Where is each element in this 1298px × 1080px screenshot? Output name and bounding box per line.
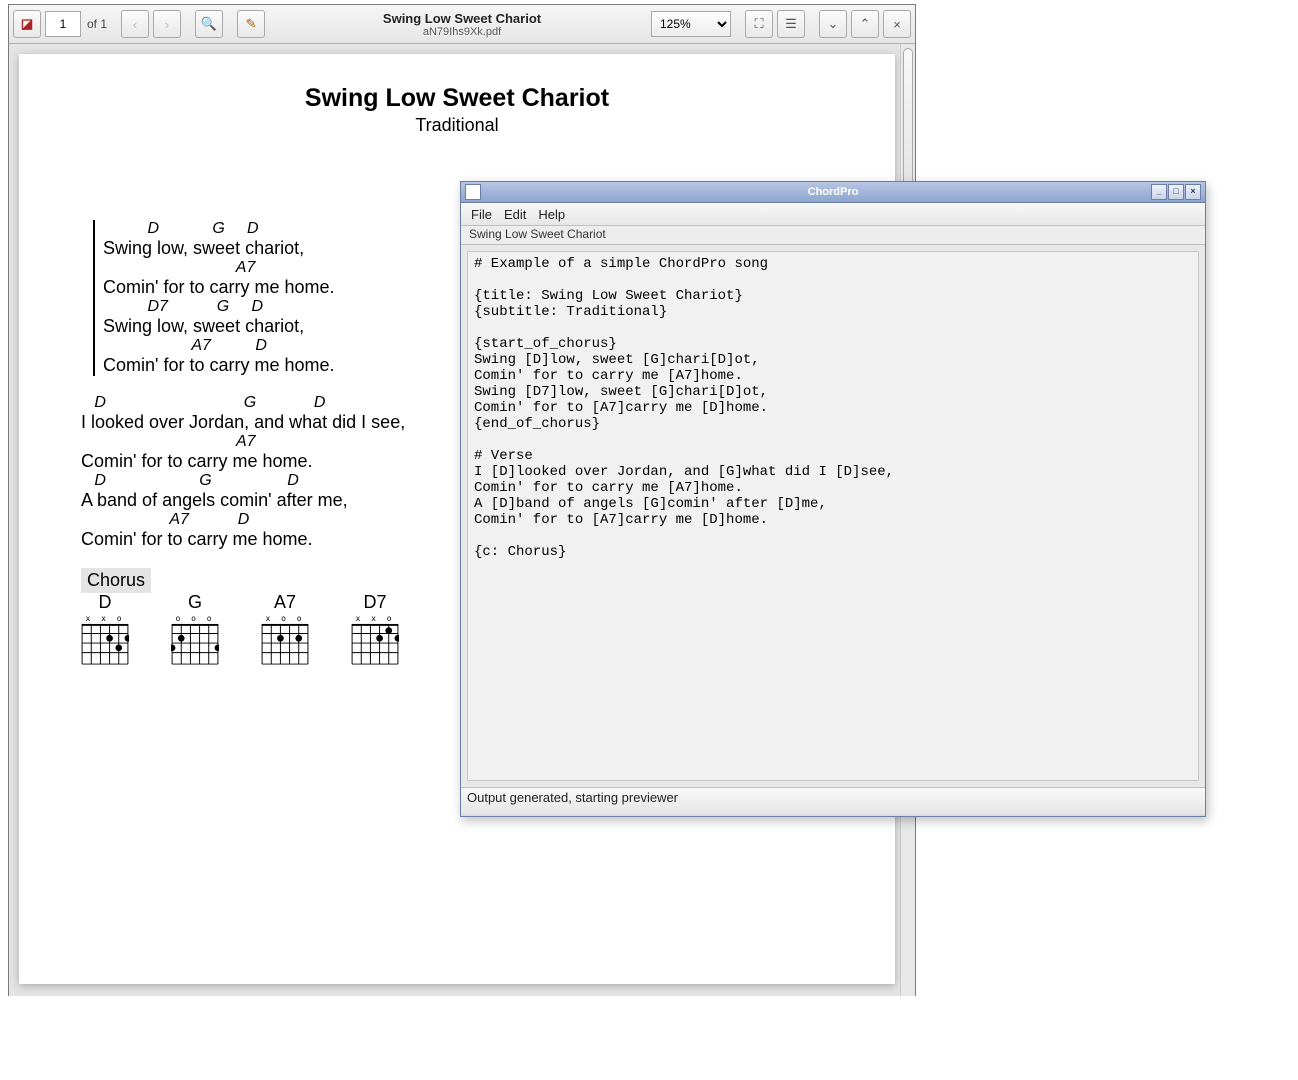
chevron-down-icon: ⌄	[828, 16, 839, 32]
close-pdf-button[interactable]: ×	[883, 10, 911, 38]
pdf-logo-button[interactable]: ◪	[13, 10, 41, 38]
zoom-select[interactable]: 125%	[651, 11, 731, 37]
maximize-icon: □	[1173, 186, 1178, 196]
minimize-icon: _	[1156, 186, 1161, 196]
chordpro-window: ChordPro _ □ × File Edit Help Swing Low …	[460, 181, 1206, 817]
maximize-button[interactable]: □	[1168, 184, 1184, 200]
chord-diagram: D7 x x o	[351, 592, 399, 670]
chord-markers: x x o	[351, 615, 399, 623]
fretboard-icon	[81, 623, 129, 665]
menu-file[interactable]: File	[471, 207, 492, 222]
chordpro-menubar: File Edit Help	[461, 203, 1205, 226]
close-button[interactable]: ×	[1185, 184, 1201, 200]
chord-diagram: A7 x o o	[261, 592, 309, 670]
chordpro-app-title: ChordPro	[461, 186, 1205, 198]
pencil-icon: ✎	[246, 16, 257, 32]
chevron-left-icon: ‹	[133, 17, 137, 32]
chordpro-titlebar[interactable]: ChordPro _ □ ×	[461, 182, 1205, 203]
search-button[interactable]: 🔍	[195, 10, 223, 38]
chord-markers: x o o	[261, 615, 309, 623]
chevron-right-icon: ›	[165, 17, 169, 32]
chord-diagram: D x x o	[81, 592, 129, 670]
edit-button[interactable]: ✎	[237, 10, 265, 38]
chordpro-editor-wrap: # Example of a simple ChordPro song {tit…	[461, 245, 1205, 787]
fit-page-icon: ⛶	[754, 16, 763, 32]
menu-help[interactable]: Help	[538, 207, 565, 222]
chord-name: D	[81, 592, 129, 613]
view-mode-icon: ☰	[785, 16, 797, 32]
search-icon: 🔍	[201, 16, 217, 32]
chorus-label: Chorus	[81, 568, 151, 593]
chord-diagram: G o o o	[171, 592, 219, 670]
chord-name: A7	[261, 592, 309, 613]
scroll-up-button[interactable]: ⌃	[851, 10, 879, 38]
chord-name: G	[171, 592, 219, 613]
minimize-button[interactable]: _	[1151, 184, 1167, 200]
page-of-label: of 1	[87, 17, 107, 31]
page-number-input[interactable]	[45, 11, 81, 37]
chordpro-tabbar: Swing Low Sweet Chariot	[461, 226, 1205, 245]
fretboard-icon	[351, 623, 399, 665]
fit-page-button[interactable]: ⛶	[745, 10, 773, 38]
next-page-button[interactable]: ›	[153, 10, 181, 38]
view-mode-button[interactable]: ☰	[777, 10, 805, 38]
close-icon: ×	[1190, 186, 1195, 196]
song-title: Swing Low Sweet Chariot	[19, 84, 895, 113]
chord-markers: o o o	[171, 615, 219, 623]
close-icon: ×	[893, 17, 901, 32]
scroll-down-button[interactable]: ⌄	[819, 10, 847, 38]
fretboard-icon	[171, 623, 219, 665]
chordpro-statusbar: Output generated, starting previewer	[461, 787, 1205, 814]
chordpro-editor[interactable]: # Example of a simple ChordPro song {tit…	[467, 251, 1199, 781]
pdf-logo-icon: ◪	[21, 16, 33, 32]
app-icon	[465, 184, 481, 200]
pdf-toolbar: ◪ of 1 ‹ › 🔍 ✎ Swing Low Sweet Chariot a…	[9, 5, 915, 44]
chord-name: D7	[351, 592, 399, 613]
chordpro-tab[interactable]: Swing Low Sweet Chariot	[469, 227, 606, 241]
fretboard-icon	[261, 623, 309, 665]
song-subtitle: Traditional	[19, 115, 895, 136]
chord-markers: x x o	[81, 615, 129, 623]
chord-diagrams: D x x o G o o o	[81, 592, 399, 670]
menu-edit[interactable]: Edit	[504, 207, 526, 222]
prev-page-button[interactable]: ‹	[121, 10, 149, 38]
chevron-up-icon: ⌃	[860, 16, 871, 32]
